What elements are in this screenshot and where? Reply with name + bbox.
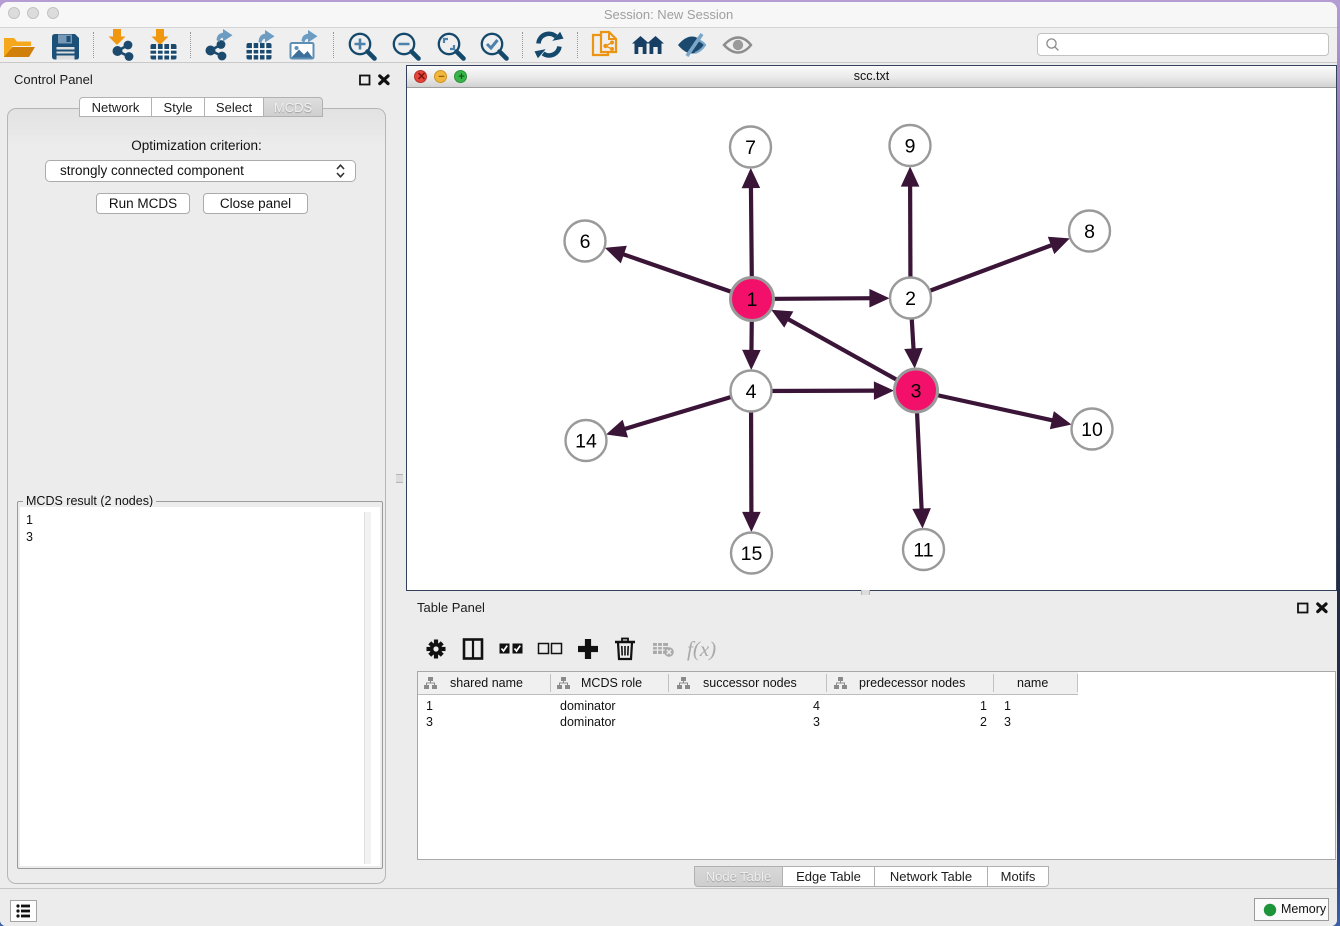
svg-text:3: 3 <box>911 380 922 402</box>
svg-text:predecessor nodes: predecessor nodes <box>859 676 965 690</box>
svg-text:8: 8 <box>1084 221 1095 243</box>
svg-text:shared name: shared name <box>450 676 523 690</box>
svg-text:9: 9 <box>905 135 916 157</box>
svg-text:15: 15 <box>741 543 763 565</box>
svg-text:name: name <box>1017 676 1048 690</box>
svg-text:6: 6 <box>580 231 591 253</box>
svg-text:10: 10 <box>1081 419 1103 441</box>
svg-text:14: 14 <box>575 430 597 452</box>
svg-text:7: 7 <box>745 137 756 159</box>
svg-text:MCDS role: MCDS role <box>581 676 642 690</box>
svg-text:2: 2 <box>905 288 916 310</box>
svg-text:successor nodes: successor nodes <box>703 676 797 690</box>
svg-text:11: 11 <box>913 539 933 561</box>
svg-text:1: 1 <box>747 289 758 311</box>
svg-text:4: 4 <box>746 381 757 403</box>
svg-text:f(x): f(x) <box>687 637 716 661</box>
